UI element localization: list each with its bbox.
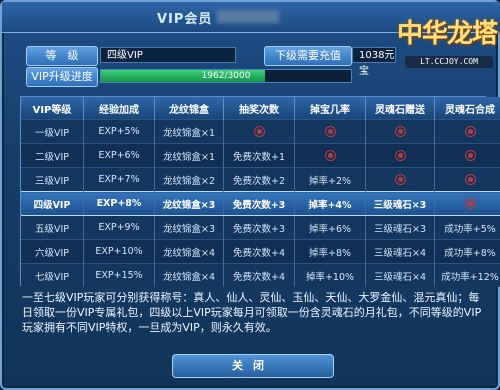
table-row: 六级VIP EXP+10% 龙纹锦盒×4 免费次数+4 掉率+8% 三级魂石×4 成功率+8… [21, 239, 500, 264]
game-logo: 中华龙塔 LT.CCJOY.COM [397, 16, 498, 74]
table-row: 一级VIP EXP+5% 龙纹锦盒×1 [21, 119, 500, 144]
table-cell: EXP+9% [83, 215, 155, 240]
level-label: 等 级 [26, 46, 98, 66]
table-cell: 成功率+5% [434, 215, 500, 240]
table-cell: EXP+15% [83, 263, 155, 287]
table-row: 五级VIP EXP+9% 龙纹锦盒×3 免费次数+3 掉率+6% 三级魂石×3 成功率+5% [21, 215, 500, 240]
column-header: 抽奖次数 [223, 97, 295, 120]
table-body: 一级VIP EXP+5% 龙纹锦盒×1 二级VIP EXP+6% 龙纹锦盒×1 免费次数+1… [21, 119, 500, 287]
table-cell [294, 119, 366, 144]
table-cell: 五级VIP [21, 215, 84, 240]
table-cell: 免费次数+3 [223, 215, 295, 240]
table-cell: 掉率+6% [294, 215, 366, 240]
table-cell: EXP+5% [83, 119, 155, 144]
not-available-icon [464, 174, 476, 185]
table-cell: 龙纹锦盒×1 [154, 143, 224, 168]
next-level-value: 1038元宝 [352, 47, 396, 77]
table-cell: 免费次数+3 [223, 191, 295, 216]
vip-progress-label: VIP升级进度 [26, 67, 98, 87]
table-cell [434, 119, 500, 144]
table-cell: 龙纹锦盒×4 [154, 263, 224, 287]
vip-progress-text: 1962/3000 [201, 71, 251, 81]
not-available-icon [464, 150, 476, 161]
table-cell [223, 119, 295, 144]
table-cell: 三级魂石×4 [365, 239, 435, 264]
vip-description: 一至七级VIP玩家可分别获得称号：真人、仙人、灵仙、玉仙、天仙、大罗金仙、混元真… [22, 291, 482, 334]
table-cell: 免费次数+2 [223, 167, 295, 192]
table-cell: 成功率+8% [434, 239, 500, 264]
not-available-icon [464, 126, 476, 137]
table-cell: 三级魂石×3 [365, 191, 435, 216]
table-row: 二级VIP EXP+6% 龙纹锦盒×1 免费次数+1 [21, 143, 500, 168]
table-cell [365, 143, 435, 168]
table-row: 七级VIP EXP+15% 龙纹锦盒×4 免费次数+4 掉率+10% 三级魂石×4 成功率+… [21, 263, 500, 287]
table-cell: EXP+10% [83, 239, 155, 264]
table-row: 四级VIP EXP+8% 龙纹锦盒×3 免费次数+3 掉率+4% 三级魂石×3 [21, 191, 500, 216]
column-header: 经验加成 [83, 97, 155, 120]
table-cell: EXP+8% [83, 191, 155, 216]
table-cell: 龙纹锦盒×3 [154, 191, 224, 216]
table-cell: 龙纹锦盒×3 [154, 215, 224, 240]
not-available-icon [324, 126, 336, 137]
logo-text: 中华龙塔 [397, 19, 498, 49]
table-cell [434, 143, 500, 168]
table-cell: 七级VIP [21, 263, 84, 287]
dialog-title: VIP会员 [157, 12, 213, 27]
column-header: 掉宝几率 [294, 97, 366, 120]
column-header: 灵魂石合成 [434, 97, 500, 120]
table-cell: 掉率+2% [294, 167, 366, 192]
table-cell [294, 143, 366, 168]
table-cell: 六级VIP [21, 239, 84, 264]
column-header: VIP等级 [21, 97, 84, 120]
table-cell: 三级魂石×3 [365, 215, 435, 240]
not-available-icon [394, 126, 406, 137]
not-available-icon [394, 150, 406, 161]
table-cell: 掉率+8% [294, 239, 366, 264]
table-header: VIP等级 经验加成 龙纹锦盒 抽奖次数 掉宝几率 灵魂石赠送 灵魂石合成 [21, 97, 500, 120]
table-cell: 免费次数+4 [223, 239, 295, 264]
table-row: 三级VIP EXP+7% 龙纹锦盒×2 免费次数+2 掉率+2% [21, 167, 500, 192]
table-cell: 龙纹锦盒×4 [154, 239, 224, 264]
table-cell: EXP+6% [83, 143, 155, 168]
not-available-icon [464, 198, 476, 209]
table-cell: 成功率+12% [434, 263, 500, 287]
table-cell: 免费次数+1 [223, 143, 295, 168]
title-blur-overlay [217, 10, 279, 23]
vip-progress-bar: 1962/3000 [100, 69, 352, 83]
table-cell: 三级魂石×4 [365, 263, 435, 287]
not-available-icon [253, 126, 265, 137]
table-cell [365, 119, 435, 144]
column-header: 灵魂石赠送 [365, 97, 435, 120]
table-cell: 免费次数+4 [223, 263, 295, 287]
table-cell: EXP+7% [83, 167, 155, 192]
not-available-icon [324, 150, 336, 161]
table-cell [434, 167, 500, 192]
table-cell: 掉率+10% [294, 263, 366, 287]
logo-url: LT.CCJOY.COM [405, 56, 493, 68]
table-cell: 四级VIP [21, 191, 84, 216]
column-header: 龙纹锦盒 [154, 97, 224, 120]
table-cell: 一级VIP [21, 119, 84, 144]
table-cell: 掉率+4% [294, 191, 366, 216]
table-cell [365, 167, 435, 192]
vip-dialog: VIP会员 中华龙塔 LT.CCJOY.COM 等 级 四级VIP 下级需要充值… [0, 0, 500, 390]
level-value: 四级VIP [100, 47, 236, 63]
table-cell [434, 191, 500, 216]
next-level-label: 下级需要充值 [264, 46, 352, 66]
table-cell: 三级VIP [21, 167, 84, 192]
close-button[interactable]: 关闭 [172, 354, 334, 378]
table-cell: 龙纹锦盒×2 [154, 167, 224, 192]
vip-privilege-table: VIP等级 经验加成 龙纹锦盒 抽奖次数 掉宝几率 灵魂石赠送 灵魂石合成 一级VIP EXP… [20, 96, 500, 287]
table-cell: 二级VIP [21, 143, 84, 168]
not-available-icon [394, 174, 406, 185]
table-cell: 龙纹锦盒×1 [154, 119, 224, 144]
